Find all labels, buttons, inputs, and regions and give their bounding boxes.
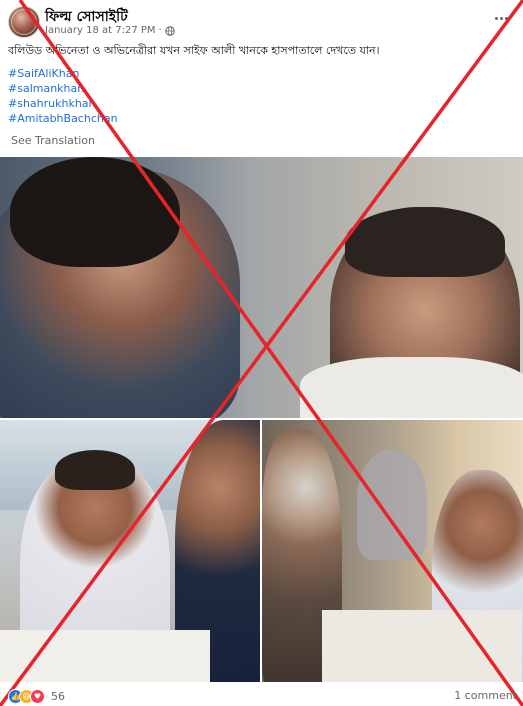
more-dot-icon — [494, 16, 498, 20]
photo-bed — [0, 630, 210, 682]
reaction-icons: 👍 😆 ♥ — [8, 689, 45, 704]
globe-icon — [164, 25, 175, 36]
post-photo-bottom-left[interactable] — [0, 420, 260, 682]
hashtag-link[interactable]: #shahrukhkhan — [8, 96, 118, 111]
photo-hair-left — [10, 157, 180, 267]
post-photo-bottom-right[interactable] — [262, 420, 523, 682]
hashtag-link[interactable]: #AmitabhBachchan — [8, 111, 118, 126]
hashtag-list: #SaifAliKhan #salmankhan #shahrukhkhan #… — [8, 66, 118, 126]
meta-separator: · — [158, 25, 162, 36]
see-translation-link[interactable]: See Translation — [11, 134, 95, 147]
post-photo-main[interactable] — [0, 157, 523, 418]
photo-hair-right — [345, 207, 505, 277]
more-dot-icon — [504, 16, 508, 20]
post-meta: January 18 at 7:27 PM · — [45, 25, 175, 36]
reaction-count: 56 — [51, 690, 65, 703]
page-avatar[interactable] — [8, 6, 40, 38]
photo-hair-patient — [55, 450, 135, 490]
post-timestamp[interactable]: January 18 at 7:27 PM — [45, 25, 156, 36]
more-options-button[interactable] — [491, 10, 511, 26]
hashtag-link[interactable]: #SaifAliKhan — [8, 66, 118, 81]
reactions-summary[interactable]: 👍 😆 ♥ 56 — [8, 689, 65, 704]
hashtag-link[interactable]: #salmankhan — [8, 81, 118, 96]
more-dot-icon — [499, 16, 503, 20]
photo-pillow — [300, 357, 523, 418]
love-icon: ♥ — [30, 689, 45, 704]
comment-count-link[interactable]: 1 comment — [454, 689, 517, 702]
photo-figure-background — [357, 450, 427, 560]
photo-bed-right — [322, 610, 522, 682]
post-caption: বলিউড অভিনেতা ও অভিনেত্রীরা যখন সাইফ আলী… — [8, 44, 380, 57]
